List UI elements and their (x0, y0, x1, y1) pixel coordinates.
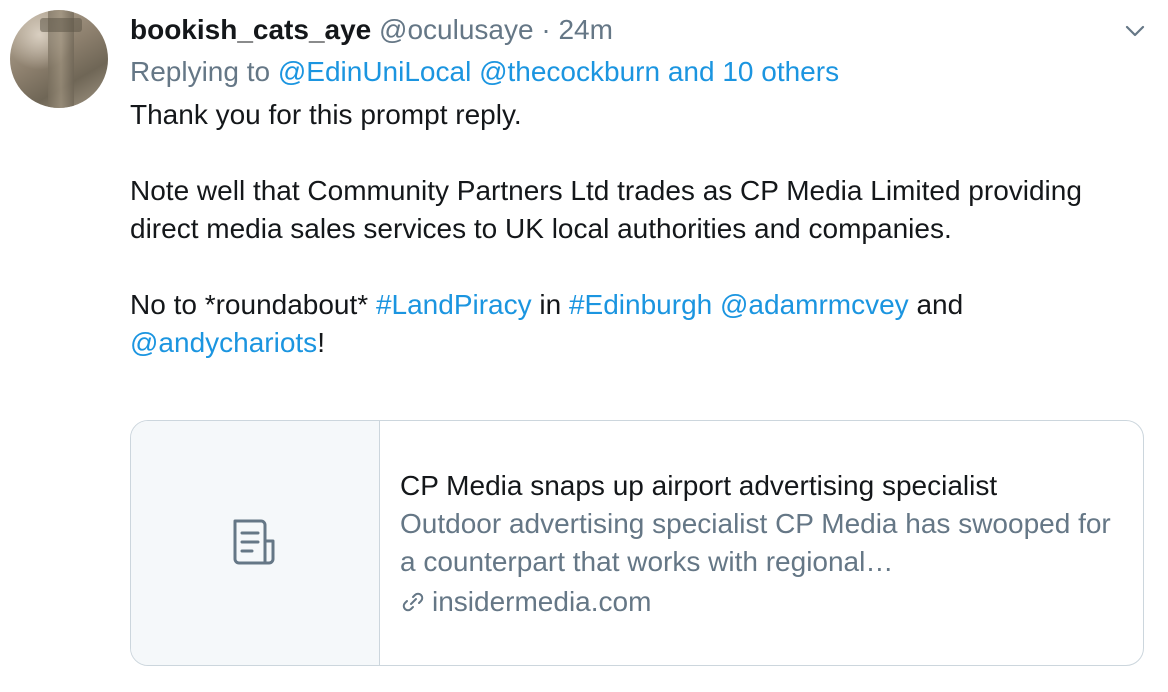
hashtag-landpiracy[interactable]: #LandPiracy (376, 289, 532, 320)
avatar[interactable] (10, 10, 108, 108)
mention-adamrmcvey[interactable]: @adamrmcvey (720, 289, 909, 320)
card-domain[interactable]: insidermedia.com (432, 583, 651, 621)
link-icon (402, 592, 424, 612)
card-title[interactable]: CP Media snaps up airport advertising sp… (400, 467, 1123, 505)
author-handle[interactable]: @oculusaye (379, 14, 534, 45)
replying-others-link[interactable]: and 10 others (668, 56, 839, 87)
replying-to-line: Replying to @EdinUniLocal @thecockburn a… (130, 54, 839, 90)
paragraph-3-and: and (916, 289, 964, 320)
card-domain-row: insidermedia.com (400, 583, 1123, 621)
link-preview-card[interactable]: CP Media snaps up airport advertising sp… (130, 420, 1144, 666)
tweet-paragraph-2: Note well that Community Partners Ltd tr… (130, 175, 1082, 244)
card-text: CP Media snaps up airport advertising sp… (380, 421, 1143, 665)
tweet-header: bookish_cats_aye @oculusaye · 24m (130, 12, 613, 48)
paragraph-3-end: ! (317, 327, 325, 358)
author-name[interactable]: bookish_cats_aye (130, 14, 371, 45)
mention-thecockburn[interactable]: @thecockburn (479, 56, 660, 87)
hashtag-edinburgh[interactable]: #Edinburgh (569, 289, 712, 320)
tweet-paragraph-1: Thank you for this prompt reply. (130, 99, 522, 130)
document-icon (233, 519, 275, 565)
card-thumbnail (131, 421, 380, 665)
card-description: Outdoor advertising specialist CP Media … (400, 508, 1111, 577)
tweet-body: Thank you for this prompt reply. Note we… (130, 96, 1140, 362)
mention-andychariots[interactable]: @andychariots (130, 327, 317, 358)
tweet-paragraph-3: No to *roundabout* #LandPiracy in #Edinb… (130, 286, 1140, 362)
header-separator: · (541, 14, 551, 45)
replying-prefix: Replying to (130, 56, 271, 87)
tweet-timestamp[interactable]: 24m (558, 14, 612, 45)
paragraph-3-start: No to *roundabout* (130, 289, 369, 320)
paragraph-3-in: in (539, 289, 562, 320)
mention-edinunilocal[interactable]: @EdinUniLocal (278, 56, 471, 87)
chevron-down-icon[interactable] (1124, 20, 1146, 42)
